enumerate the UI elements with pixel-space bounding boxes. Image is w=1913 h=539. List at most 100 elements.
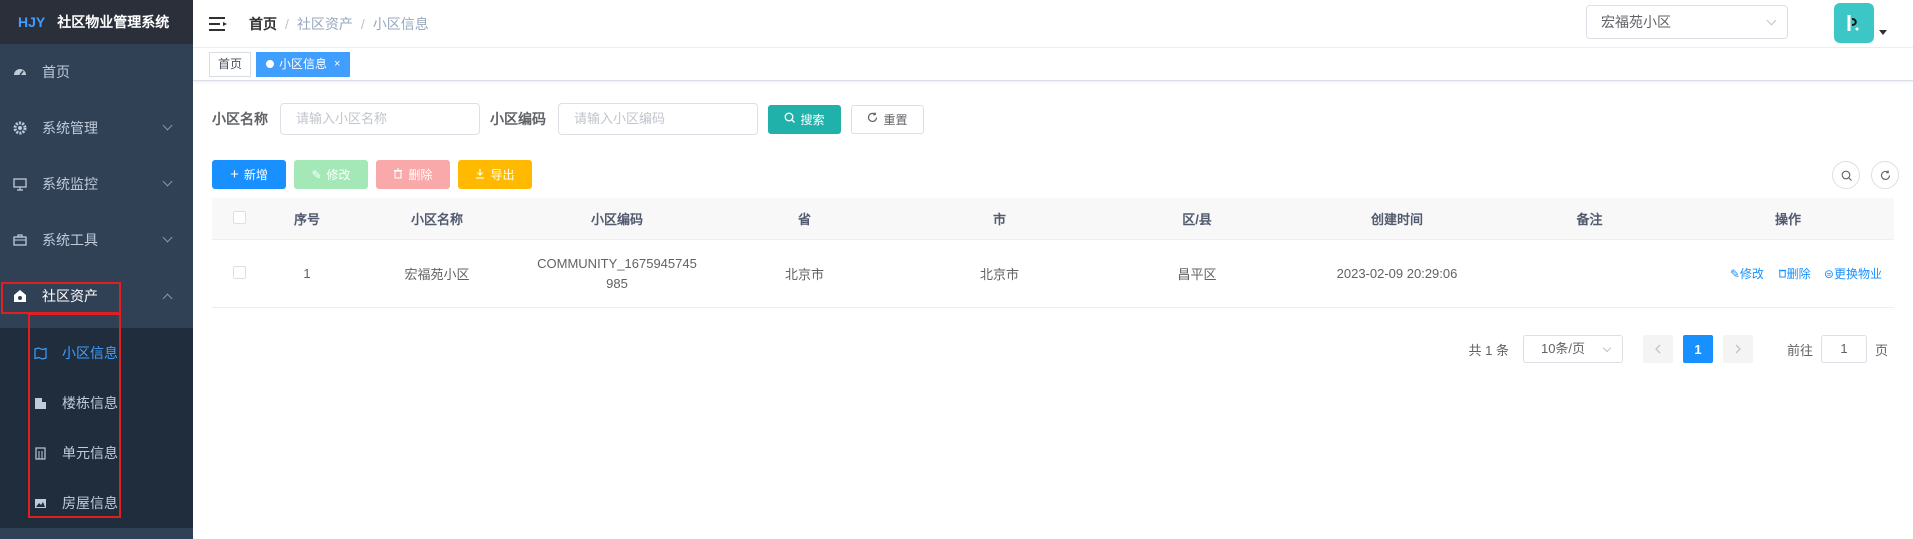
refresh-icon [867,112,878,126]
sidebar-item-label: 系统管理 [42,120,98,136]
tag-home[interactable]: 首页 [209,51,252,77]
refresh-icon [1880,169,1890,180]
cell-code-line: 985 [606,275,628,291]
dashboard-icon [12,64,28,80]
column-header: 市 [992,212,1006,227]
sidebar-item-system-management[interactable]: 系统管理 [0,100,193,156]
chevron-down-icon [162,176,173,187]
tag-label: 小区信息 [279,56,328,71]
column-header: 省 [797,212,811,227]
table-header: 序号 小区名称 小区编码 省 市 区/县 创建时间 备注 操作 [212,198,1894,240]
chevron-down-icon [162,232,173,243]
prev-page-button[interactable] [1642,335,1673,363]
reset-button-label: 重置 [883,112,908,127]
breadcrumb-home[interactable]: 首页 [249,14,277,34]
breadcrumb-separator: / [285,15,289,32]
row-delete-link[interactable]: 删除 [1778,267,1814,281]
row-change-property-label: 更换物业 [1833,267,1882,281]
goto-page-input[interactable]: 1 [1820,335,1867,363]
page-suffix: 页 [1874,342,1888,358]
row-change-property-link[interactable]: ⊜更换物业 [1824,267,1882,281]
table-row[interactable]: 1 宏福苑小区 COMMUNITY_1675945745 985 北京市 北京市… [212,240,1894,308]
monitor-icon [12,176,28,192]
goto-label: 前往 [1786,342,1813,358]
delete-button[interactable]: 删除 [376,160,450,189]
page-size-value: 10条/页 [1540,341,1586,356]
pagination-total: 共 1 条 [1468,342,1509,358]
cell-code: COMMUNITY_1675945745 985 [527,254,707,294]
edit-button[interactable]: ✎ 修改 [294,160,368,189]
sidebar-item-system-monitor[interactable]: 系统监控 [0,156,193,212]
community-code-input[interactable]: 请输入小区编码 [558,103,758,135]
plus-icon: + [230,166,239,183]
refresh-button[interactable] [1871,161,1899,189]
gear-icon [12,120,28,136]
breadcrumb-community-assets: 社区资产 [296,15,353,32]
sidebar: HJY 社区物业管理系统 首页 系统管理 系统监控 系统工具 社区资产 小区信息… [0,0,193,539]
caret-down-icon[interactable] [1879,30,1887,35]
reset-button[interactable]: 重置 [851,104,924,134]
column-header: 序号 [293,212,320,227]
toolbar: + 新增 ✎ 修改 删除 导出 [212,160,540,189]
select-all-checkbox[interactable] [233,210,246,224]
delete-button-label: 删除 [408,168,433,182]
toolbox-icon [12,232,28,248]
edit-button-label: 修改 [326,168,351,182]
sidebar-item-label: 系统监控 [42,176,98,192]
column-header: 操作 [1774,212,1801,227]
cell-created: 2023-02-09 20:29:06 [1336,266,1458,281]
cell-actions: ✎修改 删除 ⊜更换物业 [1682,265,1894,282]
cell-city: 北京市 [979,267,1019,282]
chevron-down-icon [162,120,173,131]
column-header: 创建时间 [1370,212,1423,227]
page-number-current[interactable]: 1 [1682,335,1713,363]
toggle-search-button[interactable] [1832,161,1860,189]
trash-icon [393,168,403,182]
chevron-down-icon [1602,343,1612,353]
hamburger-icon[interactable] [209,16,227,31]
cell-province: 北京市 [784,267,824,282]
download-icon [475,168,485,182]
sidebar-item-home[interactable]: 首页 [0,44,193,100]
close-icon[interactable]: × [334,53,340,76]
logo[interactable]: HJY 社区物业管理系统 [0,0,193,44]
chevron-down-icon [1766,15,1777,26]
search-button[interactable]: 搜索 [768,104,841,134]
page-size-select[interactable]: 10条/页 [1522,335,1623,363]
row-edit-label: 修改 [1739,267,1764,281]
search-icon [1841,170,1852,181]
community-name-input[interactable]: 请输入小区名称 [280,103,480,135]
add-button-label: 新增 [243,168,268,182]
edit-icon: ✎ [311,167,322,182]
column-header: 备注 [1576,212,1603,227]
cell-code-line: COMMUNITY_1675945745 [537,255,697,271]
system-name: 社区物业管理系统 [57,14,170,30]
chevron-up-icon [162,293,173,304]
breadcrumb: 首页 / 社区资产 / 小区信息 [249,14,429,34]
avatar[interactable] [1834,3,1874,43]
active-dot-icon [266,60,275,68]
cell-district: 昌平区 [1177,267,1217,282]
chevron-right-icon [1735,344,1741,354]
breadcrumb-separator: / [360,15,365,32]
column-header: 区/县 [1182,212,1212,227]
trash-icon [1778,269,1786,278]
row-delete-label: 删除 [1786,267,1811,281]
highlight-box-community-assets [1,282,121,314]
breadcrumb-current: 小区信息 [372,15,429,32]
community-select[interactable]: 宏福苑小区 [1586,5,1788,39]
tag-community-info[interactable]: 小区信息 × [256,51,351,77]
sidebar-item-system-tools[interactable]: 系统工具 [0,212,193,268]
row-select-cell [212,265,267,282]
column-header: 小区编码 [590,212,643,227]
row-edit-link[interactable]: ✎修改 [1730,267,1764,281]
highlight-box-submenu [28,313,121,518]
column-header: 小区名称 [410,212,463,227]
export-button[interactable]: 导出 [458,160,532,189]
pagination: 共 1 条 10条/页 1 前往 1 页 [1468,335,1888,363]
add-button[interactable]: + 新增 [212,160,286,189]
logo-brand: HJY [18,14,46,30]
next-page-button[interactable] [1722,335,1753,363]
row-checkbox[interactable] [233,265,246,279]
export-button-label: 导出 [490,168,515,182]
